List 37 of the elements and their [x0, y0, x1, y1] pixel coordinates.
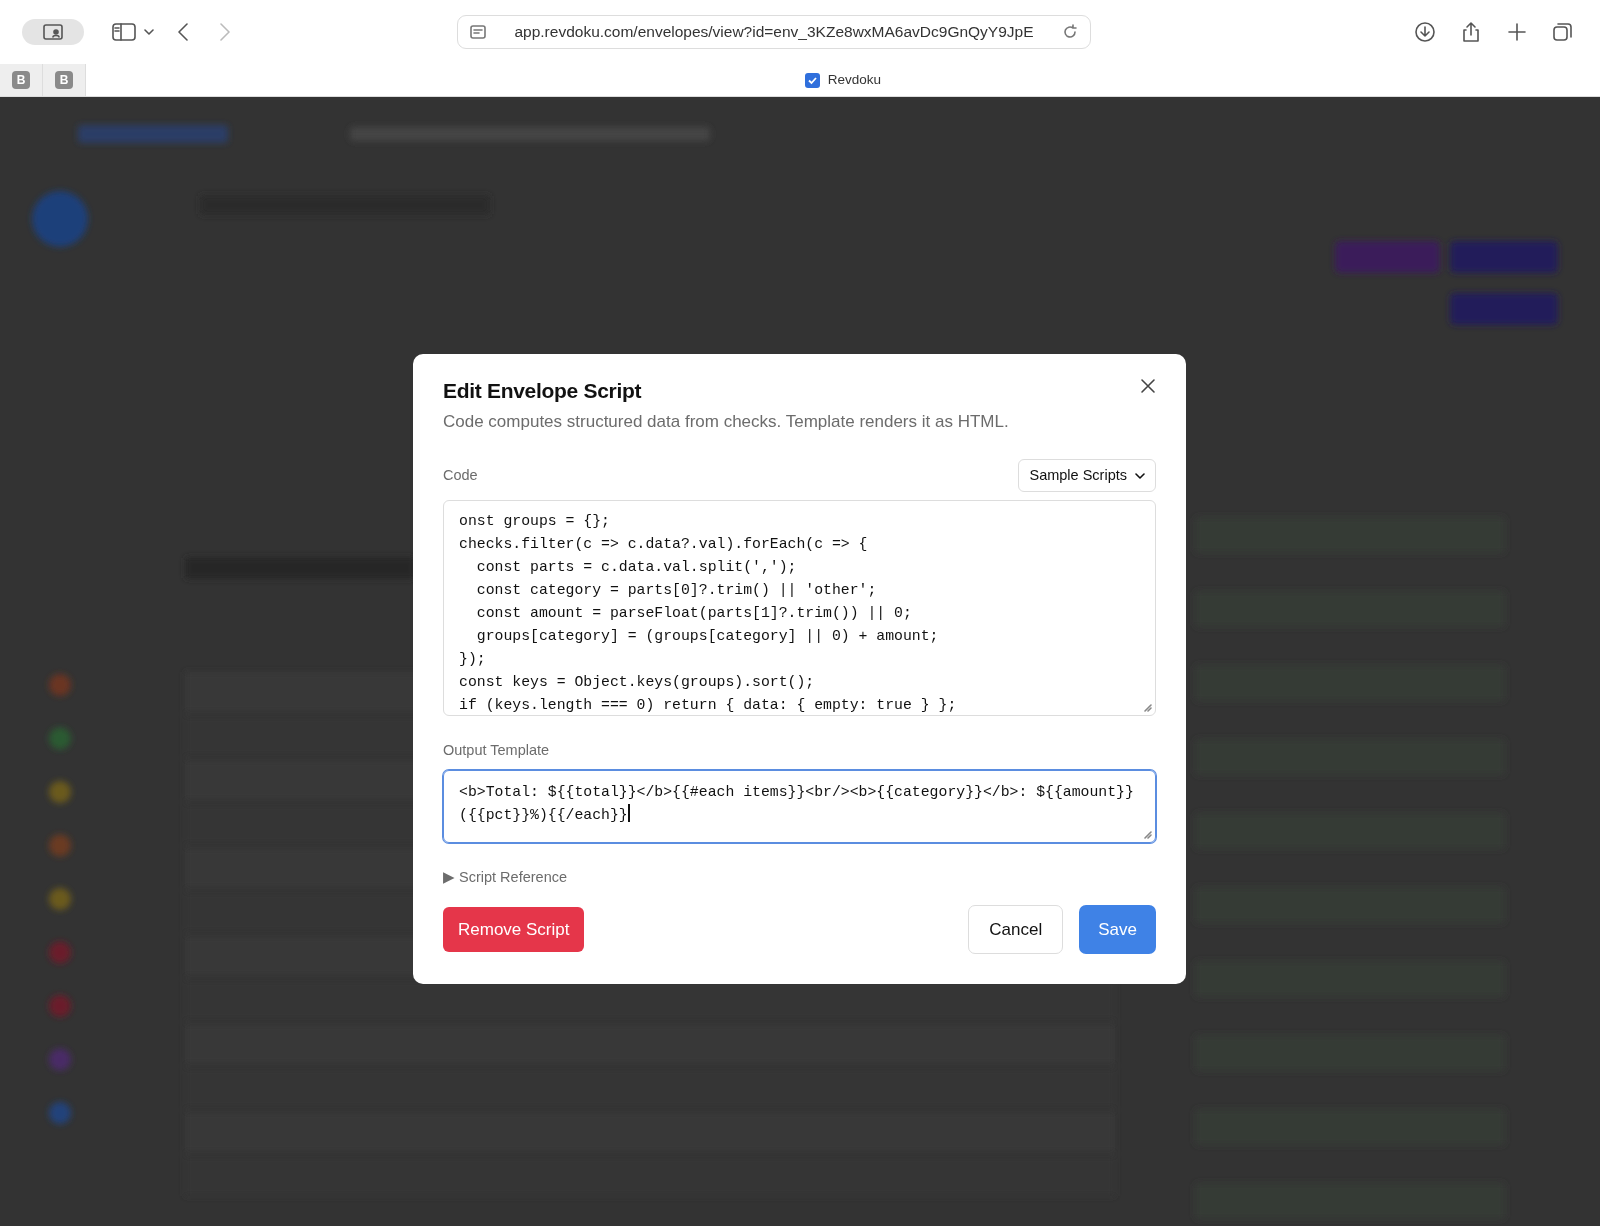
- cancel-button[interactable]: Cancel: [968, 904, 1064, 955]
- url-text: app.revdoku.com/envelopes/view?id=env_3KZe8wxMA6avDc9GnQyY9JpE: [513, 22, 1035, 43]
- download-icon: [1414, 21, 1436, 43]
- code-line: const category = parts[0]?.trim() || 'other';: [475, 581, 878, 601]
- save-button[interactable]: Save: [1079, 904, 1156, 955]
- script-reference-toggle[interactable]: ▶ Script Reference: [443, 867, 568, 889]
- remove-script-button[interactable]: Remove Script: [443, 906, 585, 953]
- close-button[interactable]: [1140, 378, 1156, 394]
- chevron-down-icon: [1135, 472, 1145, 479]
- template-field[interactable]: <b>Total: ${{total}}</b>{{#each items}}<br/><b>{{category}}</b>: ${{amount}} ({{pct}}%){{/each}}: [443, 770, 1156, 844]
- code-line: onst groups = {};: [459, 512, 611, 532]
- page-icon: [470, 25, 486, 39]
- dialog-title: Edit Envelope Script: [443, 378, 642, 404]
- code-editor[interactable]: [443, 500, 1156, 717]
- browser-tab[interactable]: Revdoku: [86, 64, 1600, 96]
- share-icon: [1460, 21, 1482, 43]
- chevron-glyph: [144, 29, 154, 35]
- sample-scripts-button[interactable]: Sample Scripts: [1018, 458, 1156, 493]
- code-line: });: [459, 650, 487, 670]
- code-line: groups[category] = (groups[category] || 0) + amount;: [475, 627, 940, 647]
- checkbox-icon: [804, 72, 820, 88]
- field-label: Output Template: [443, 741, 551, 761]
- tabs-icon: [1552, 21, 1574, 43]
- code-line: const keys = Object.keys(groups).sort();: [459, 673, 816, 693]
- resize-grip-icon: [1142, 829, 1152, 840]
- address-bar[interactable]: app.revdoku.com/envelopes/view?id=env_3KZe8wxMA6avDc9GnQyY9JpE: [457, 15, 1091, 49]
- plus-icon: [1506, 21, 1528, 43]
- code-line: checks.filter(c => c.data?.val).forEach(c => {: [459, 535, 869, 555]
- resize-grip-icon: [1142, 702, 1152, 713]
- close-icon: [1140, 378, 1156, 394]
- field-label: Code: [443, 465, 478, 485]
- code-line: if (keys.length === 0) return { data: { empty: true } };: [459, 696, 958, 716]
- reload-icon[interactable]: [1062, 24, 1078, 40]
- code-line: const amount = parseFloat(parts[1]?.trim()) || 0;: [475, 604, 913, 624]
- code-line: const parts = c.data.val.split(',');: [475, 558, 798, 578]
- sidebar-toggle-button[interactable]: [22, 19, 84, 45]
- dialog-subtitle: Code computes structured data from checks. Template renders it as HTML.: [443, 411, 1010, 434]
